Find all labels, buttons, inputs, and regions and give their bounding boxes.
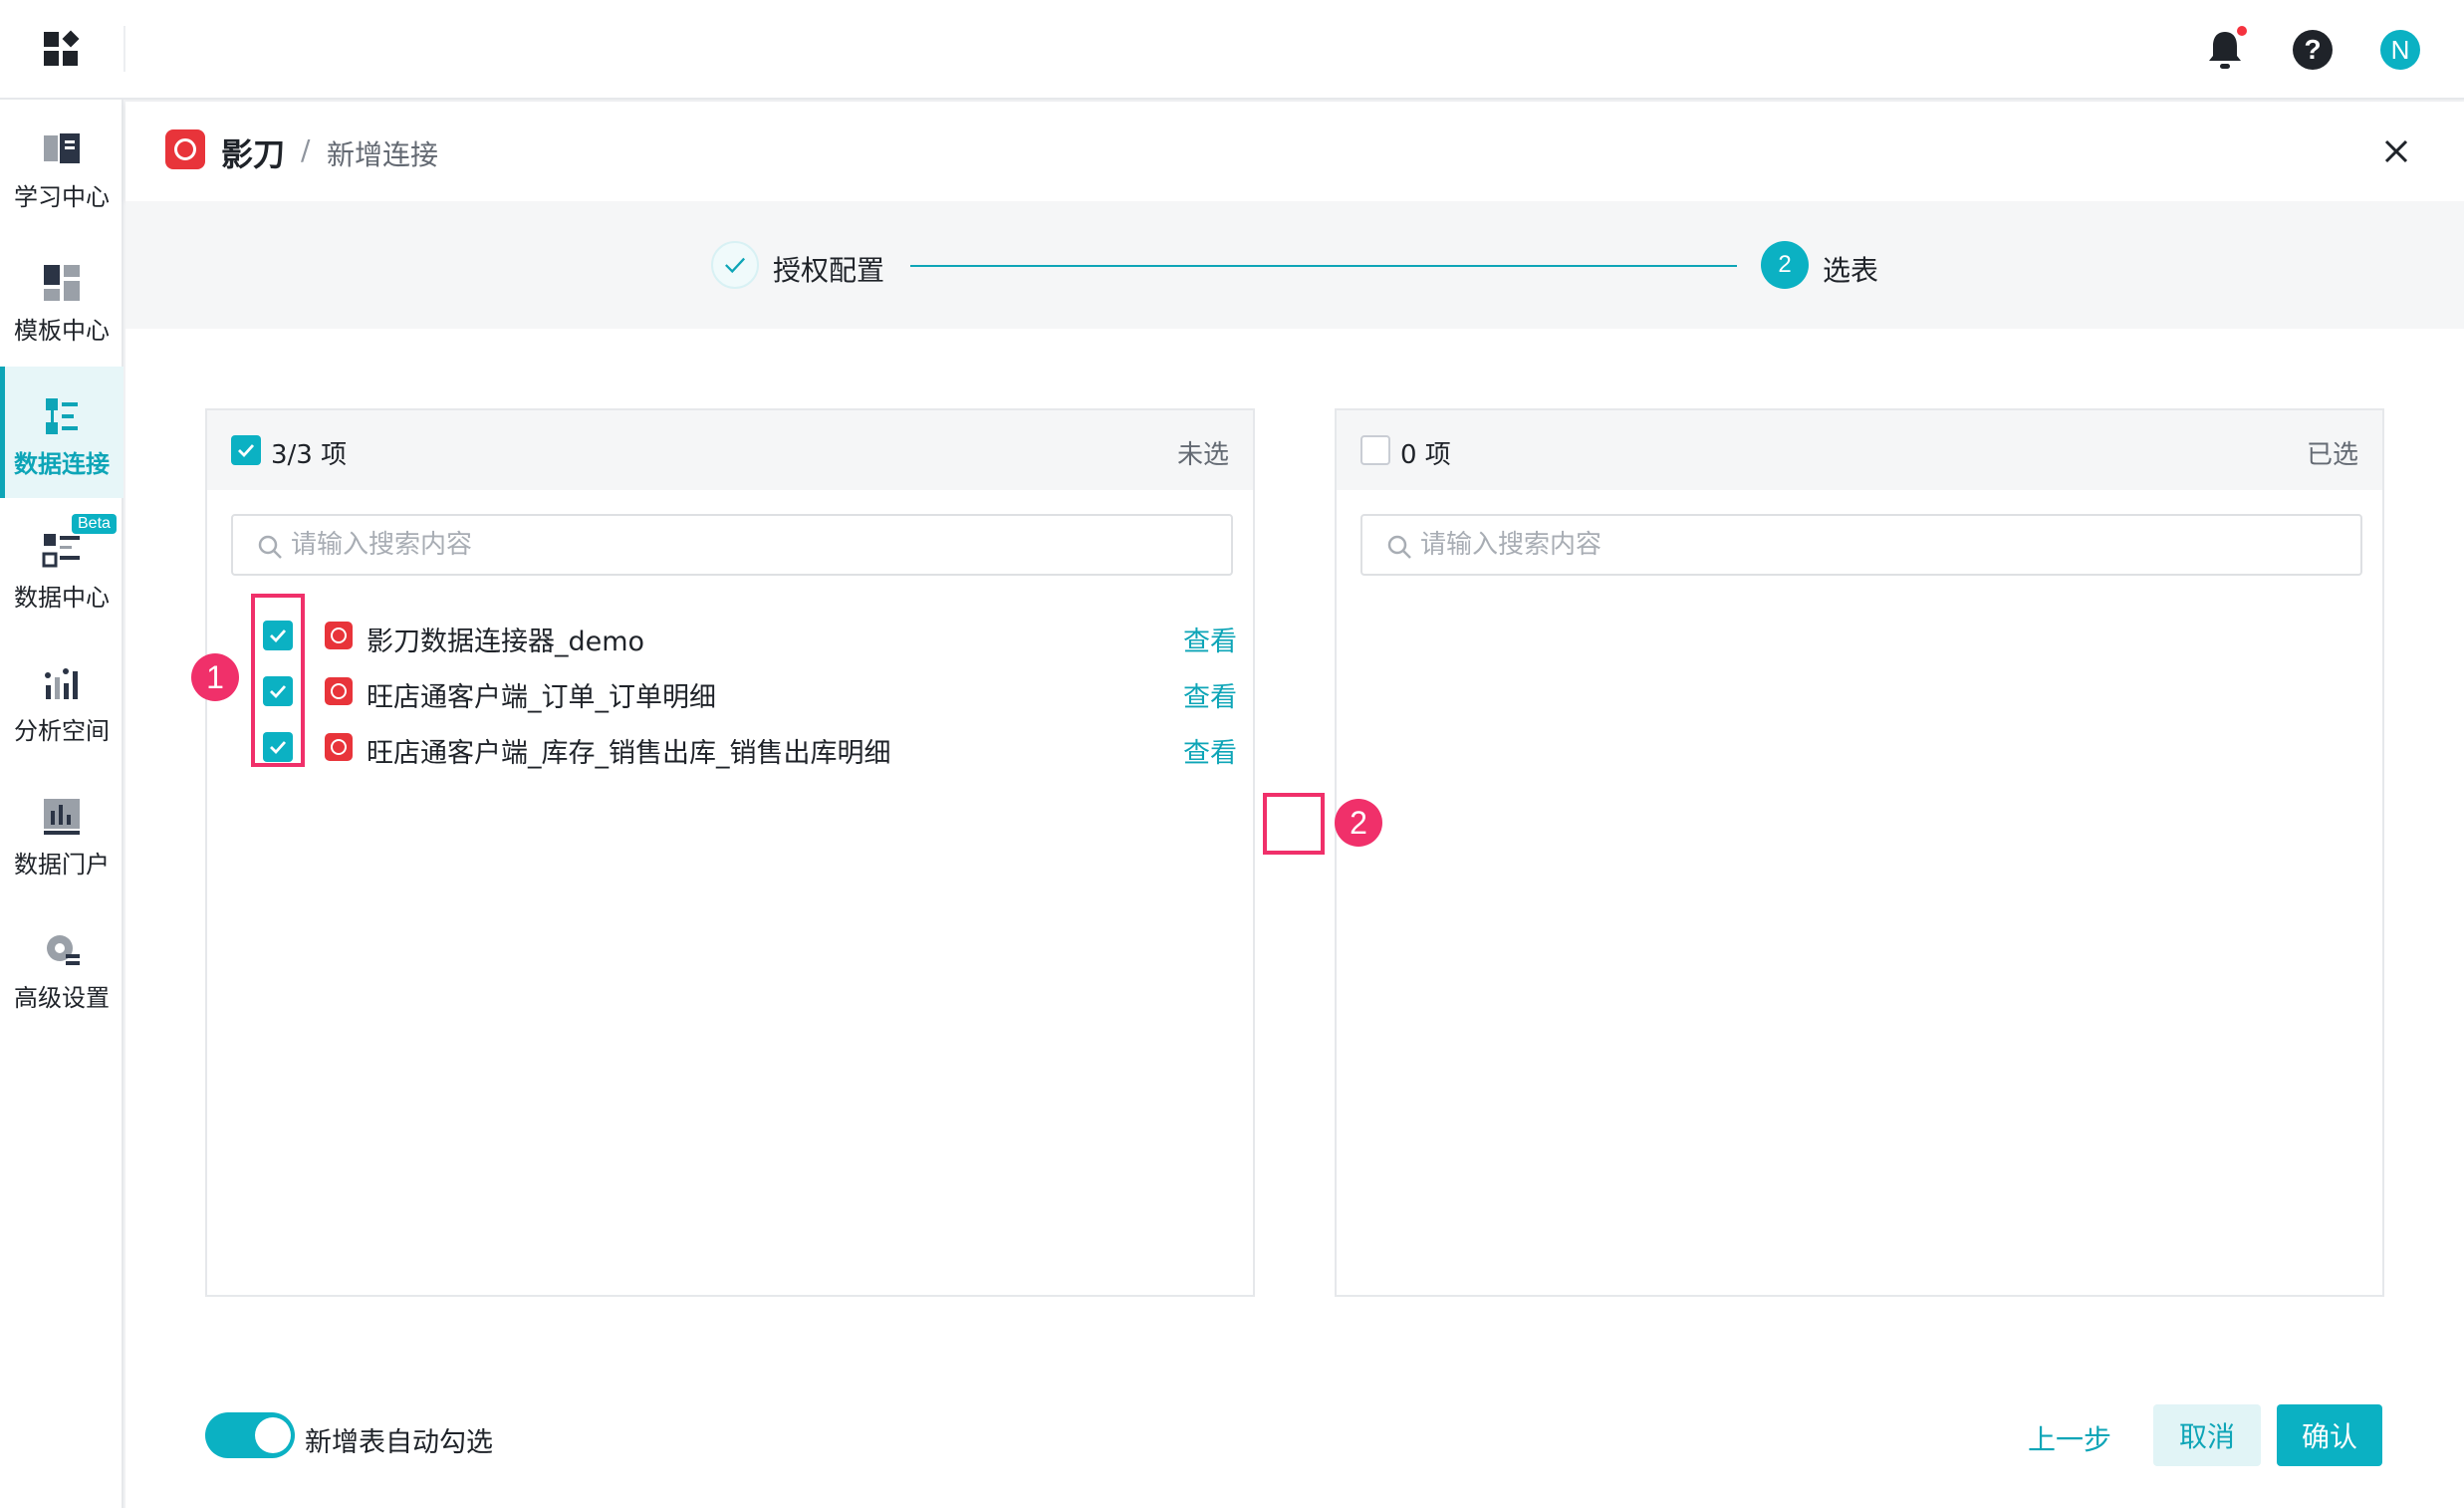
sidebar-item-advanced-settings[interactable]: 高级设置 bbox=[0, 900, 123, 1032]
annotation-highlight-checkboxes bbox=[251, 594, 305, 767]
auto-select-toggle[interactable] bbox=[205, 1412, 295, 1458]
auto-select-label: 新增表自动勾选 bbox=[305, 1427, 493, 1458]
app-grid-icon[interactable] bbox=[44, 30, 82, 68]
step-1-label: 授权配置 bbox=[773, 254, 885, 287]
check-icon bbox=[238, 444, 255, 458]
help-icon[interactable]: ? bbox=[2293, 30, 2333, 70]
notification-dot bbox=[2237, 26, 2247, 36]
sidebar-item-data-connection[interactable]: 数据连接 bbox=[0, 367, 123, 498]
breadcrumb-separator: / bbox=[301, 133, 311, 166]
step-connector bbox=[910, 265, 1737, 267]
previous-step-link[interactable]: 上一步 bbox=[2028, 1418, 2111, 1458]
user-avatar[interactable]: N bbox=[2380, 30, 2420, 70]
target-state-label: 已选 bbox=[2306, 440, 2358, 470]
analysis-icon bbox=[45, 668, 78, 699]
sidebar-item-label: 分析空间 bbox=[14, 717, 110, 745]
sidebar-item-learning-center[interactable]: 学习中心 bbox=[0, 100, 123, 231]
page-title: 影刀 bbox=[221, 135, 286, 173]
data-connection-icon bbox=[46, 398, 78, 434]
view-link[interactable]: 查看 bbox=[1183, 620, 1237, 658]
target-search-box bbox=[1360, 514, 2362, 576]
step-2-label: 选表 bbox=[1823, 254, 1879, 287]
step-1-indicator bbox=[711, 241, 759, 289]
item-label: 旺店通客户端_订单_订单明细 bbox=[367, 682, 716, 713]
list-item[interactable]: 影刀数据连接器_demo 查看 bbox=[207, 608, 1253, 663]
confirm-button[interactable]: 确认 bbox=[2277, 1404, 2382, 1466]
step-2-indicator: 2 bbox=[1761, 241, 1809, 289]
portal-icon bbox=[44, 799, 80, 835]
topbar-divider bbox=[123, 26, 125, 72]
page-header: 影刀 / 新增连接 bbox=[125, 102, 2464, 201]
yingdao-table-icon bbox=[325, 677, 353, 705]
source-search-input[interactable] bbox=[291, 524, 1187, 566]
list-item[interactable]: 旺店通客户端_库存_销售出库_销售出库明细 查看 bbox=[207, 719, 1253, 775]
search-icon bbox=[258, 535, 282, 559]
target-count: 0 项 bbox=[1400, 440, 1451, 470]
steps-bar: 授权配置 2 选表 bbox=[125, 201, 2464, 329]
target-search-input[interactable] bbox=[1420, 524, 2317, 566]
sidebar-item-analysis-space[interactable]: 分析空间 bbox=[0, 633, 123, 765]
list-item[interactable]: 旺店通客户端_订单_订单明细 查看 bbox=[207, 663, 1253, 719]
close-icon[interactable] bbox=[2380, 135, 2412, 167]
select-all-checkbox[interactable] bbox=[231, 435, 261, 465]
breadcrumb-current: 新增连接 bbox=[327, 138, 439, 171]
source-panel: 3/3 项 未选 影刀数据连接器_demo 查看 bbox=[205, 408, 1255, 1297]
sidebar: 学习中心 模板中心 数据连接 Beta 数据中心 分析空间 数据门户 高级设置 bbox=[0, 100, 123, 1508]
target-panel-header: 0 项 已选 bbox=[1337, 410, 2382, 490]
annotation-marker-2: 2 bbox=[1335, 799, 1382, 847]
sidebar-item-template-center[interactable]: 模板中心 bbox=[0, 233, 123, 365]
yingdao-logo-icon bbox=[165, 129, 205, 169]
item-label: 旺店通客户端_库存_销售出库_销售出库明细 bbox=[367, 738, 891, 769]
sidebar-item-label: 数据中心 bbox=[14, 584, 110, 612]
target-panel: 0 项 已选 bbox=[1335, 408, 2384, 1297]
toggle-knob bbox=[255, 1417, 291, 1453]
book-icon bbox=[44, 133, 80, 163]
yingdao-table-icon bbox=[325, 733, 353, 761]
data-center-icon bbox=[42, 534, 80, 568]
sidebar-item-label: 数据连接 bbox=[14, 450, 110, 478]
source-panel-header: 3/3 项 未选 bbox=[207, 410, 1253, 490]
check-icon bbox=[725, 257, 746, 274]
sidebar-item-data-portal[interactable]: 数据门户 bbox=[0, 767, 123, 898]
sidebar-item-label: 学习中心 bbox=[14, 183, 110, 211]
top-bar: ? N bbox=[0, 0, 2464, 100]
sidebar-item-data-center[interactable]: Beta 数据中心 bbox=[0, 500, 123, 631]
annotation-marker-1: 1 bbox=[191, 653, 239, 701]
view-link[interactable]: 查看 bbox=[1183, 675, 1237, 714]
select-all-target-checkbox[interactable] bbox=[1360, 435, 1390, 465]
settings-gear-icon bbox=[47, 935, 80, 965]
template-icon bbox=[44, 265, 80, 301]
source-count: 3/3 项 bbox=[271, 440, 348, 470]
item-label: 影刀数据连接器_demo bbox=[367, 627, 645, 657]
search-icon bbox=[1387, 535, 1411, 559]
sidebar-item-label: 数据门户 bbox=[14, 851, 110, 879]
sidebar-item-label: 高级设置 bbox=[14, 984, 110, 1012]
yingdao-table-icon bbox=[325, 622, 353, 649]
cancel-button[interactable]: 取消 bbox=[2153, 1404, 2261, 1466]
view-link[interactable]: 查看 bbox=[1183, 731, 1237, 770]
sidebar-item-label: 模板中心 bbox=[14, 317, 110, 345]
source-state-label: 未选 bbox=[1176, 440, 1229, 470]
main-content: 影刀 / 新增连接 授权配置 2 选表 3/3 项 未选 请输入搜索内容 影刀数… bbox=[125, 102, 2464, 1508]
annotation-highlight-move-button bbox=[1263, 793, 1325, 855]
source-search-box bbox=[231, 514, 1233, 576]
